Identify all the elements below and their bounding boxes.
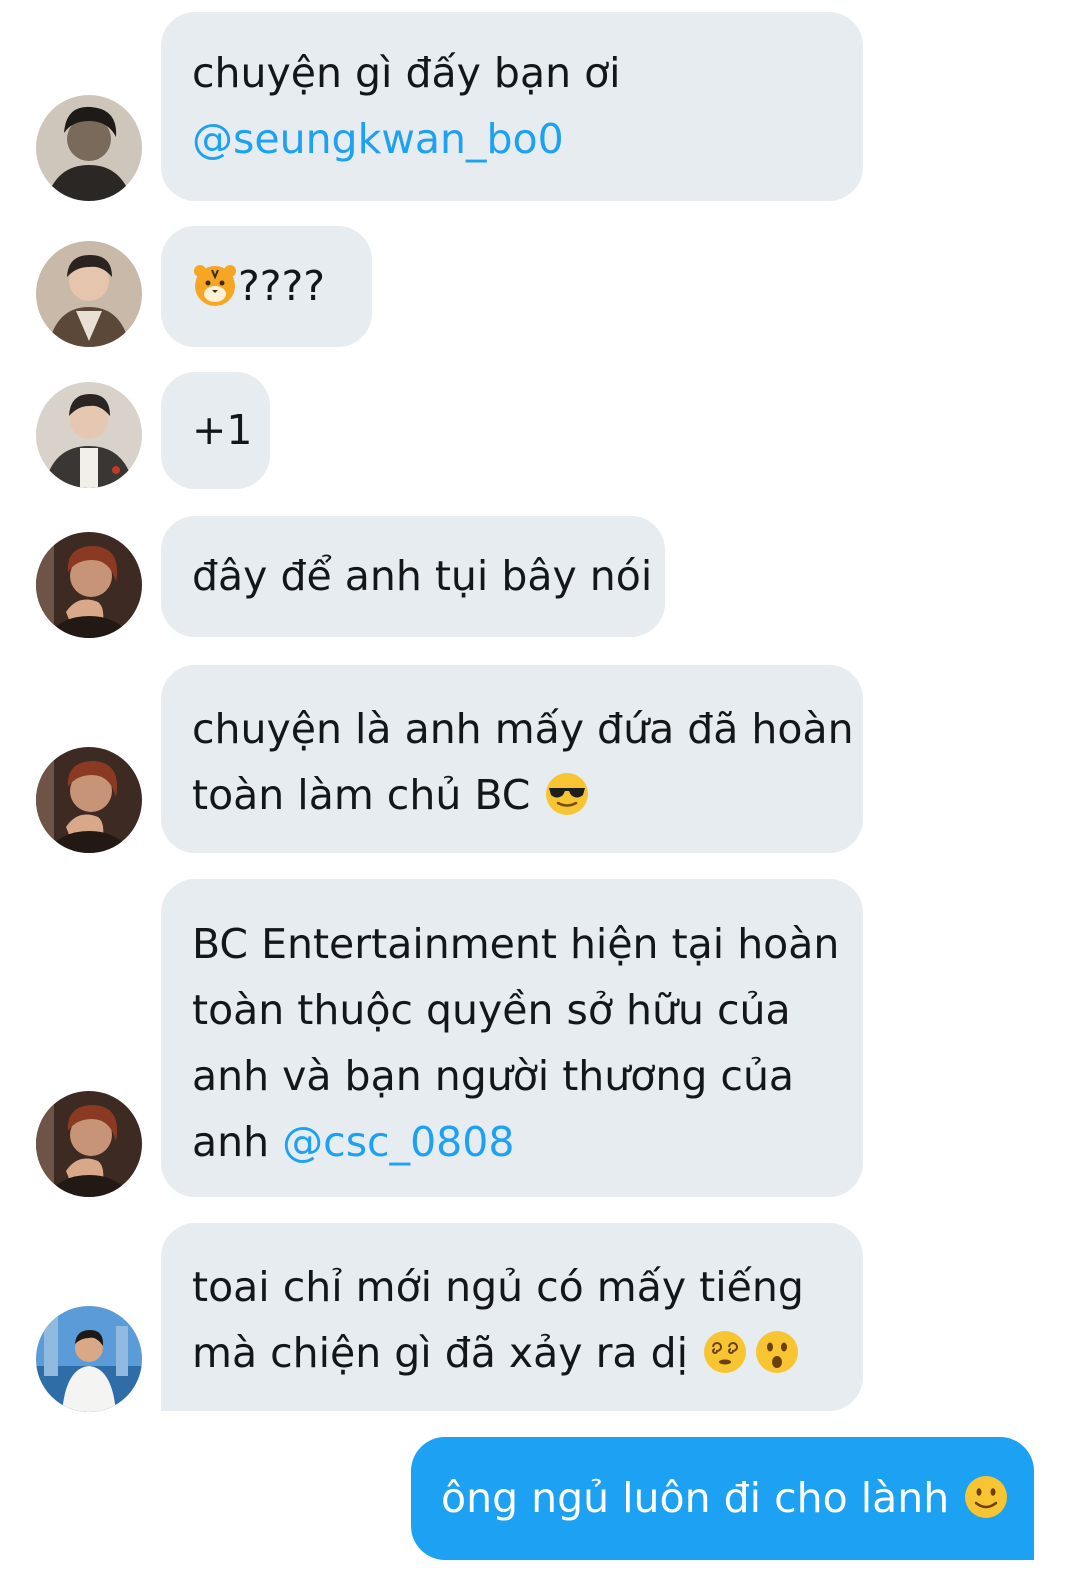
sunglasses-face-icon xyxy=(544,771,590,817)
mention-link[interactable]: @seungkwan_bo0 xyxy=(192,115,564,163)
tiger-face-icon xyxy=(192,262,238,308)
message-bubble[interactable]: +1 xyxy=(161,372,270,489)
message-text: toai chỉ mới ngủ có mấy tiếng xyxy=(192,1263,804,1311)
avatar[interactable] xyxy=(36,532,142,638)
slightly-smiling-face-icon xyxy=(963,1474,1009,1520)
avatar[interactable] xyxy=(36,747,142,853)
message-bubble[interactable]: chuyện là anh mấy đứa đã hoàn toàn làm c… xyxy=(161,665,863,853)
message-text: toàn làm chủ BC xyxy=(192,771,531,819)
message-text: chuyện là anh mấy đứa đã hoàn xyxy=(192,705,854,753)
avatar[interactable] xyxy=(36,382,142,488)
message-bubble[interactable]: đây để anh tụi bây nói xyxy=(161,516,665,637)
outgoing-message-bubble[interactable]: ông ngủ luôn đi cho lành xyxy=(411,1437,1034,1560)
message-text: ông ngủ luôn đi cho lành xyxy=(441,1474,950,1522)
dizzy-face-icon xyxy=(702,1329,748,1375)
avatar[interactable] xyxy=(36,1306,142,1412)
message-text: chuyện gì đấy bạn ơi xyxy=(192,49,621,97)
message-bubble[interactable]: ???? xyxy=(161,226,372,347)
message-text: BC Entertainment hiện tại hoàn xyxy=(192,920,840,968)
message-text: mà chiện gì đã xảy ra dị xyxy=(192,1329,689,1377)
message-text: anh xyxy=(192,1118,270,1166)
avatar[interactable] xyxy=(36,95,142,201)
avatar[interactable] xyxy=(36,241,142,347)
message-text: +1 xyxy=(192,406,253,454)
avatar[interactable] xyxy=(36,1091,142,1197)
message-bubble[interactable]: toai chỉ mới ngủ có mấy tiếng mà chiện g… xyxy=(161,1223,863,1411)
message-bubble[interactable]: BC Entertainment hiện tại hoàn toàn thuộ… xyxy=(161,879,863,1197)
mention-link[interactable]: @csc_0808 xyxy=(282,1118,514,1166)
message-bubble[interactable]: chuyện gì đấy bạn ơi @seungkwan_bo0 xyxy=(161,12,863,201)
message-text: anh và bạn người thương của xyxy=(192,1052,795,1100)
message-text: ???? xyxy=(238,262,326,310)
message-text: đây để anh tụi bây nói xyxy=(192,552,653,600)
astonished-face-icon xyxy=(754,1329,800,1375)
message-text: toàn thuộc quyền sở hữu của xyxy=(192,986,791,1034)
